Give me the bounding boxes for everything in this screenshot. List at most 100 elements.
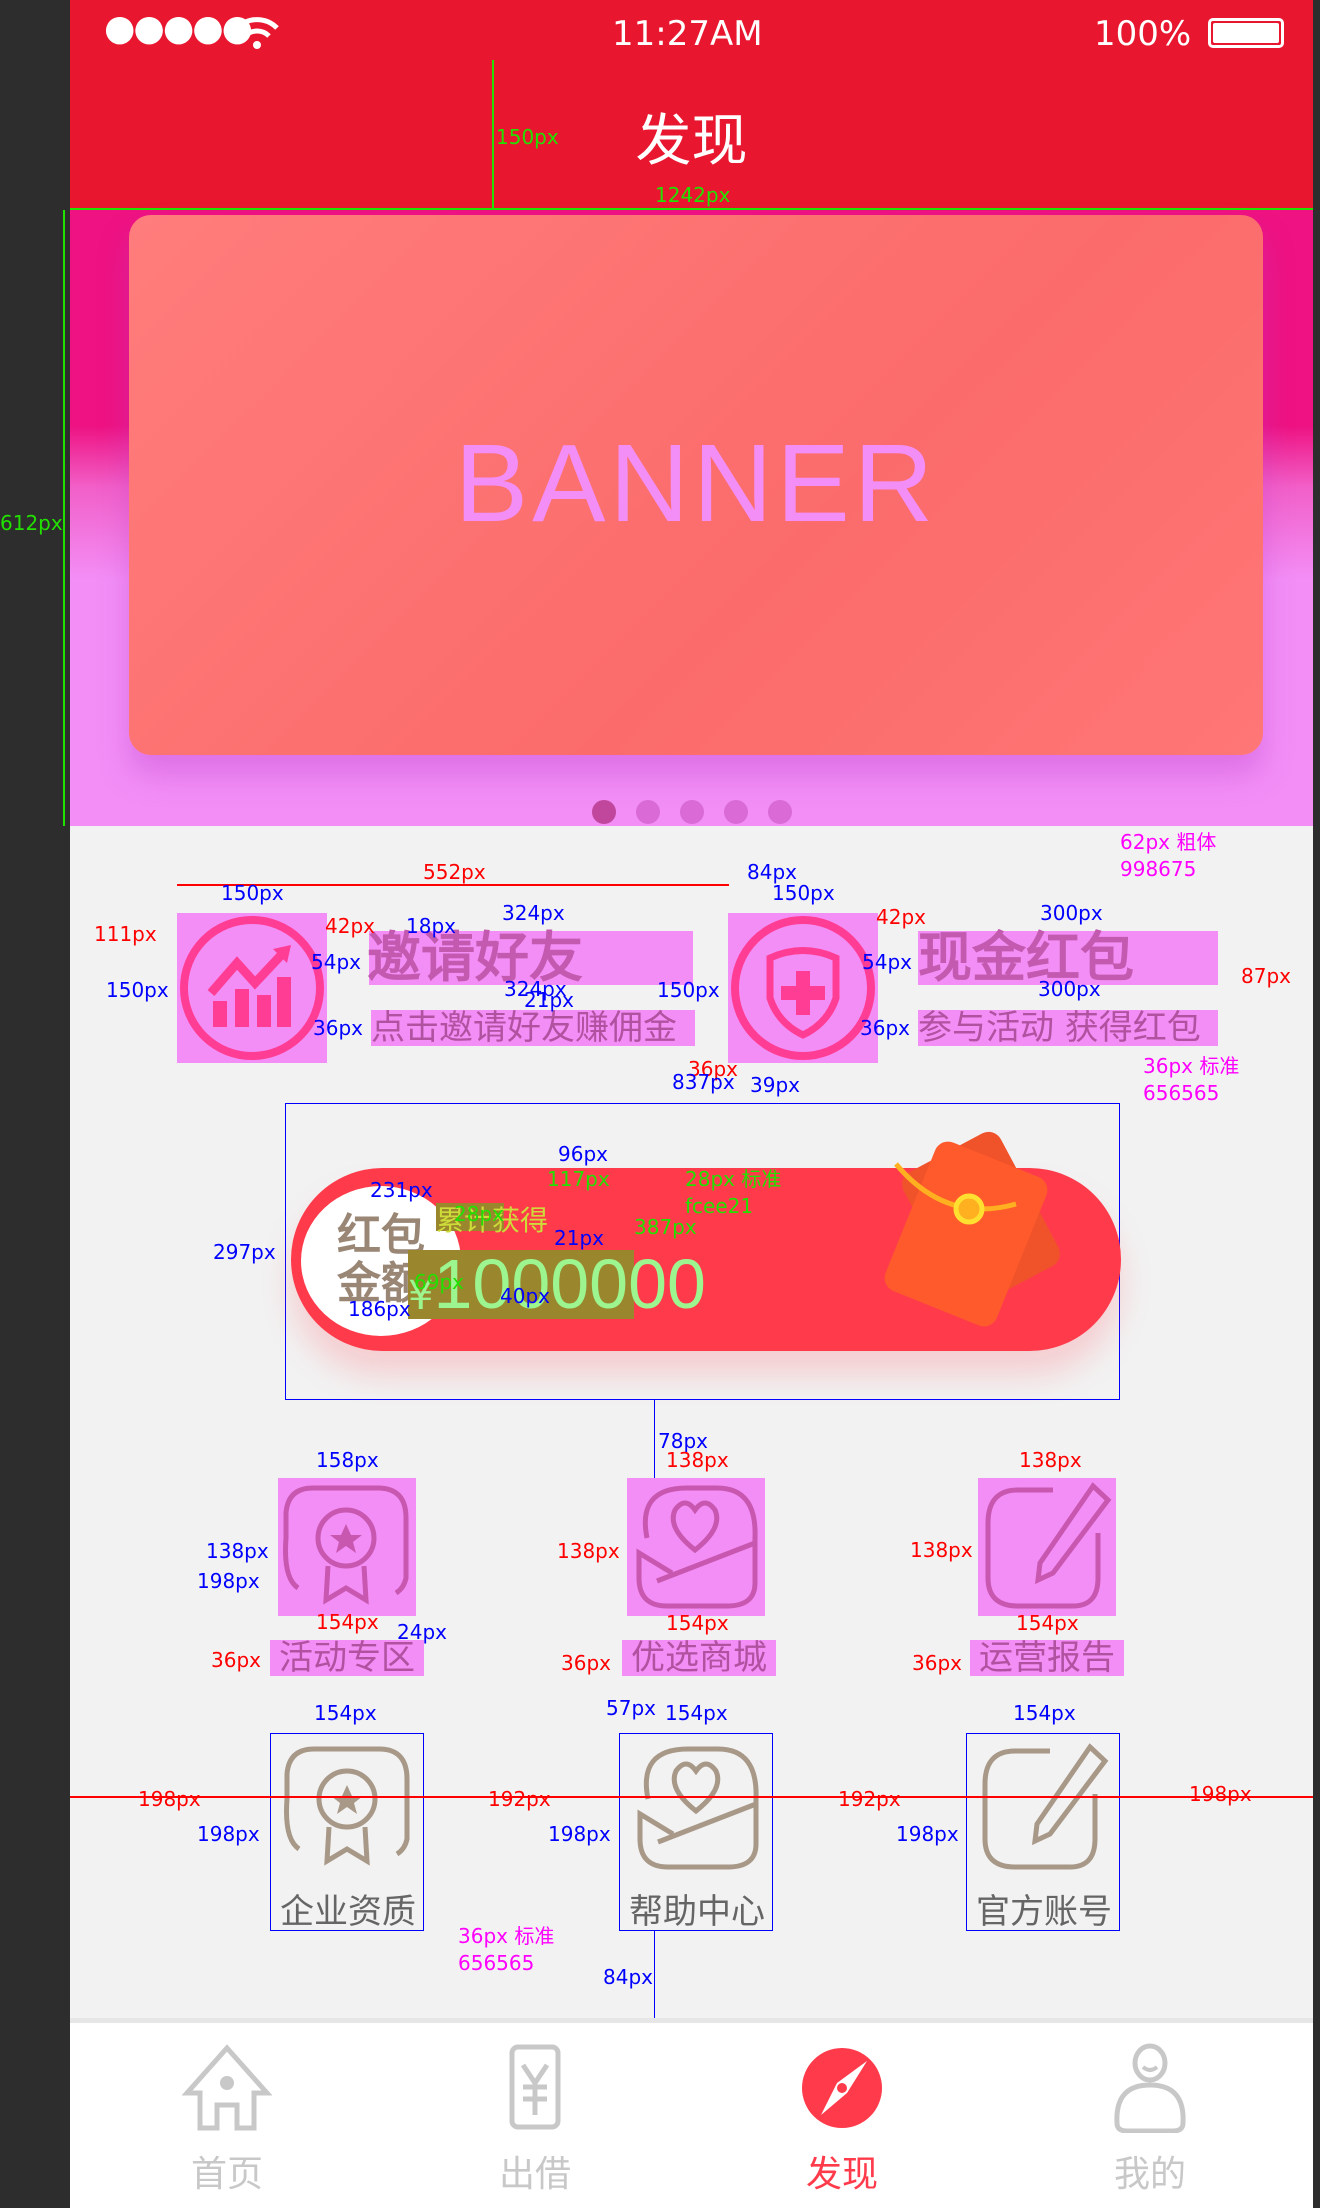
tab-discover[interactable]: 发现 <box>742 2043 942 2197</box>
annotation: 198px <box>197 1822 260 1846</box>
annotation: 297px <box>213 1240 276 1264</box>
grid-item-report[interactable]: 运营报告 <box>970 1478 1124 1676</box>
annotation: 186px <box>348 1297 411 1321</box>
annotation: 198px <box>1189 1782 1252 1806</box>
grid-item-mall[interactable]: 优选商城 <box>622 1478 776 1676</box>
tab-mine[interactable]: 我的 <box>1050 2043 1250 2197</box>
annotation: 150px <box>221 881 284 905</box>
carousel-dot[interactable] <box>636 800 660 824</box>
status-time: 11:27AM <box>612 14 763 54</box>
annotation: fcee21 <box>685 1194 754 1218</box>
phone-screen: ●●●●● 11:27AM 100% 发现 BANNER 邀请好友 点击邀请好友… <box>70 0 1313 2208</box>
annotation: 198px <box>548 1822 611 1846</box>
annotation: 231px <box>370 1178 433 1202</box>
annotation: 28px <box>454 1202 504 1226</box>
annotation: 54px <box>862 950 912 974</box>
annotation: 138px <box>206 1539 269 1563</box>
heart-envelope-icon <box>637 1746 759 1870</box>
annotation: 57px <box>606 1696 656 1720</box>
signal-icon: ●●●●● <box>104 8 253 49</box>
heart-envelope-icon <box>636 1485 758 1609</box>
annotation: 198px <box>138 1787 201 1811</box>
home-icon <box>181 2044 273 2131</box>
carousel-dot-active[interactable] <box>592 800 616 824</box>
annotation: 300px <box>1040 901 1103 925</box>
annotation: 36px <box>561 1651 611 1675</box>
feature-invite[interactable]: 邀请好友 点击邀请好友赚佣金 <box>177 913 737 1063</box>
grid-item-activity[interactable]: 活动专区 <box>270 1478 424 1676</box>
measure-line <box>492 60 494 210</box>
annotation: 18px <box>406 914 456 938</box>
banner-text: BANNER <box>454 422 938 545</box>
feature-subtitle: 参与活动 获得红包 <box>918 1008 1201 1048</box>
header: ●●●●● 11:27AM 100% 发现 <box>70 0 1313 210</box>
carousel-dot[interactable] <box>680 800 704 824</box>
annotation: 612px <box>0 511 63 535</box>
annotation: 21px <box>524 988 574 1012</box>
annotation: 138px <box>557 1539 620 1563</box>
grid-item-qualification[interactable]: 企业资质 <box>270 1733 424 1931</box>
bottom-tab-bar: 首页 出借 发现 我的 <box>70 2018 1313 2208</box>
measure-line <box>654 1400 655 1478</box>
annotation: 192px <box>488 1787 551 1811</box>
grid-item-label: 优选商城 <box>631 1638 767 1678</box>
measure-line <box>654 1931 655 2018</box>
edit-icon <box>985 1482 1112 1609</box>
grid-item-label: 企业资质 <box>280 1892 416 1932</box>
annotation: 552px <box>423 860 486 884</box>
tab-lend[interactable]: 出借 <box>435 2043 635 2197</box>
wifi-icon <box>235 17 279 49</box>
measure-line <box>70 1796 1313 1798</box>
annotation: 150px <box>772 881 835 905</box>
annotation: 36px 标准 <box>458 1924 555 1948</box>
annotation: 40px <box>500 1284 550 1308</box>
annotation: 150px <box>496 125 559 149</box>
annotation: 138px <box>666 1448 729 1472</box>
banner-card[interactable]: BANNER <box>129 215 1263 755</box>
annotation: 21px <box>554 1226 604 1250</box>
annotation: 69px <box>414 1270 464 1294</box>
annotation: 24px <box>397 1620 447 1644</box>
annotation: 150px <box>106 978 169 1002</box>
tab-label: 首页 <box>190 2154 263 2195</box>
annotation: 84px <box>747 860 797 884</box>
annotation: 300px <box>1038 977 1101 1001</box>
banner-carousel[interactable]: BANNER <box>70 210 1313 826</box>
battery-icon <box>1208 18 1284 48</box>
measure-line <box>63 210 65 826</box>
medal-icon <box>283 1485 409 1605</box>
annotation: 387px <box>634 1215 697 1239</box>
grid-item-official-account[interactable]: 官方账号 <box>966 1733 1120 1931</box>
annotation: 42px <box>325 914 375 938</box>
compass-icon <box>802 2048 882 2128</box>
feature-title: 现金红包 <box>918 926 1134 989</box>
annotation: 36px <box>211 1648 261 1672</box>
yen-icon <box>509 2044 561 2130</box>
annotation: 198px <box>896 1822 959 1846</box>
annotation: 656565 <box>458 1951 535 1975</box>
annotation: 324px <box>502 901 565 925</box>
grid-item-help[interactable]: 帮助中心 <box>619 1733 773 1931</box>
carousel-dot[interactable] <box>768 800 792 824</box>
annotation: 154px <box>316 1610 379 1634</box>
user-icon <box>1114 2043 1186 2134</box>
annotation: 158px <box>316 1448 379 1472</box>
tab-home[interactable]: 首页 <box>127 2043 327 2197</box>
medal-icon <box>284 1746 410 1866</box>
annotation: 150px <box>657 978 720 1002</box>
red-packet-card[interactable]: 红包 金额 累计获得 ¥1000000 <box>285 1103 1121 1400</box>
annotation: 39px <box>750 1073 800 1097</box>
annotation: 138px <box>1019 1448 1082 1472</box>
feature-cash-red-packet[interactable]: 现金红包 参与活动 获得红包 <box>728 913 1228 1063</box>
edit-icon <box>982 1743 1109 1870</box>
tab-label: 出借 <box>498 2154 571 2195</box>
battery-percent: 100% <box>1094 14 1192 54</box>
annotation: 36px <box>860 1016 910 1040</box>
annotation: 154px <box>1016 1611 1079 1635</box>
annotation: 154px <box>1013 1701 1076 1725</box>
annotation: 998675 <box>1120 857 1197 881</box>
tab-label: 发现 <box>805 2154 878 2195</box>
annotation: 87px <box>1241 964 1291 988</box>
annotation: 42px <box>876 905 926 929</box>
carousel-dot[interactable] <box>724 800 748 824</box>
